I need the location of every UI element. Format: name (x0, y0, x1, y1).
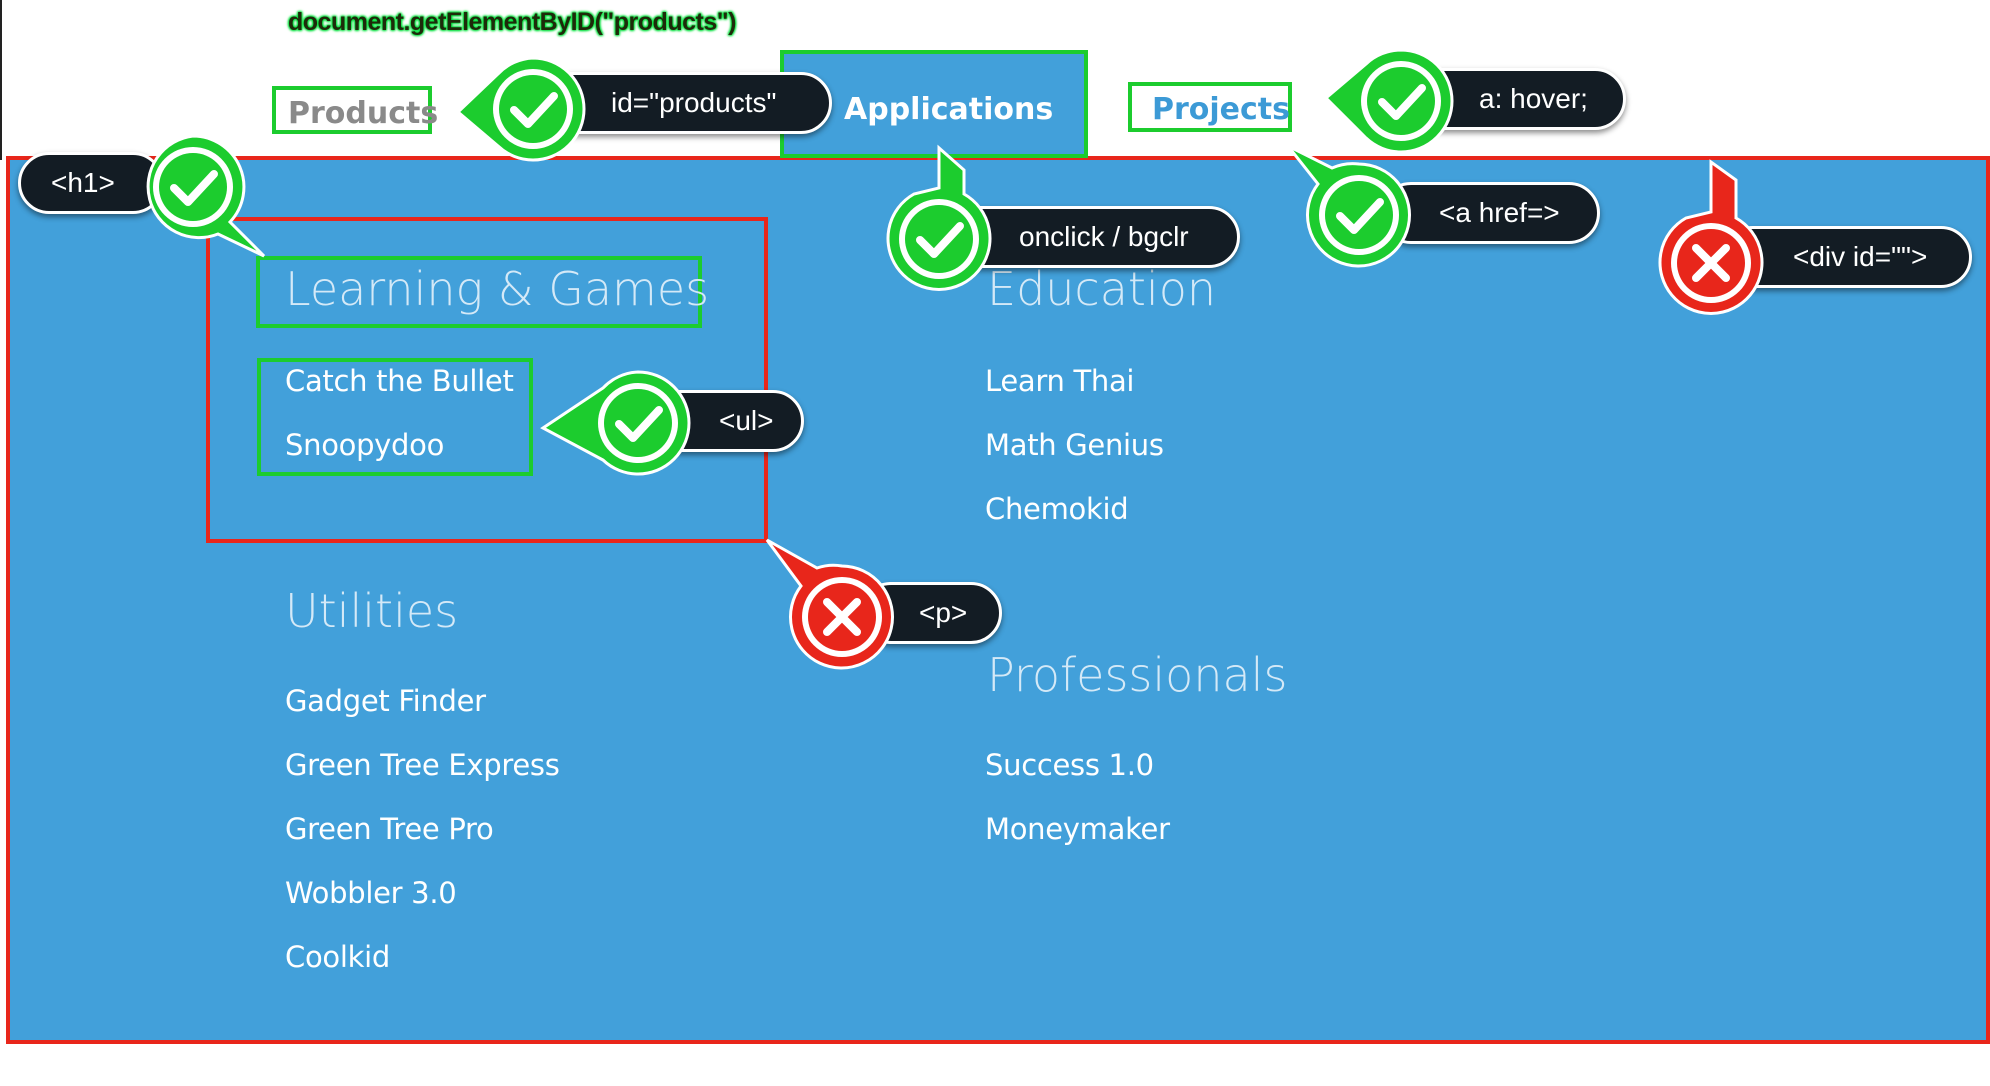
check-icon (1286, 144, 1414, 270)
annotation-text: <p> (919, 597, 968, 628)
column-heading-professionals: Professionals (987, 648, 1288, 702)
nav-item-projects[interactable]: Projects (1128, 82, 1292, 132)
x-icon (1656, 159, 1766, 318)
list-item-link[interactable]: Gadget Finder (285, 684, 486, 718)
list-item-link[interactable]: Green Tree Express (285, 748, 560, 782)
annotation-text: onclick / bgclr (1019, 221, 1189, 252)
list-item-link[interactable]: Wobbler 3.0 (285, 876, 457, 910)
left-edge-line (0, 0, 2, 160)
list-item-link[interactable]: Snoopydoo (285, 428, 444, 462)
column-heading-education: Education (987, 262, 1217, 316)
check-icon (884, 144, 994, 294)
check-icon (138, 132, 266, 258)
check-icon (455, 54, 588, 164)
code-caption: document.getElementByID("products") (288, 8, 736, 36)
annotation-text: id="products" (611, 87, 777, 118)
annotation-text: <div id=""> (1793, 241, 1928, 272)
column-heading-learning: Learning & Games (285, 262, 710, 316)
check-icon (540, 368, 693, 478)
list-item-link[interactable]: Learn Thai (985, 364, 1135, 398)
list-item-link[interactable]: Catch the Bullet (285, 364, 514, 398)
list-item-link[interactable]: Moneymaker (985, 812, 1170, 846)
list-item-link[interactable]: Success 1.0 (985, 748, 1154, 782)
list-item-link[interactable]: Chemokid (985, 492, 1129, 526)
annotation-text: a: hover; (1479, 83, 1588, 114)
list-item-link[interactable]: Coolkid (285, 940, 390, 974)
annotation-text: <ul> (719, 405, 774, 436)
x-icon (765, 538, 897, 672)
list-item-link[interactable]: Green Tree Pro (285, 812, 494, 846)
annotation-text: <h1> (51, 167, 115, 198)
annotation-text: <a href=> (1439, 197, 1560, 228)
list-item-link[interactable]: Math Genius (985, 428, 1164, 462)
check-icon (1323, 46, 1456, 156)
column-heading-utilities: Utilities (285, 584, 459, 638)
nav-item-products[interactable]: Products (272, 86, 438, 134)
